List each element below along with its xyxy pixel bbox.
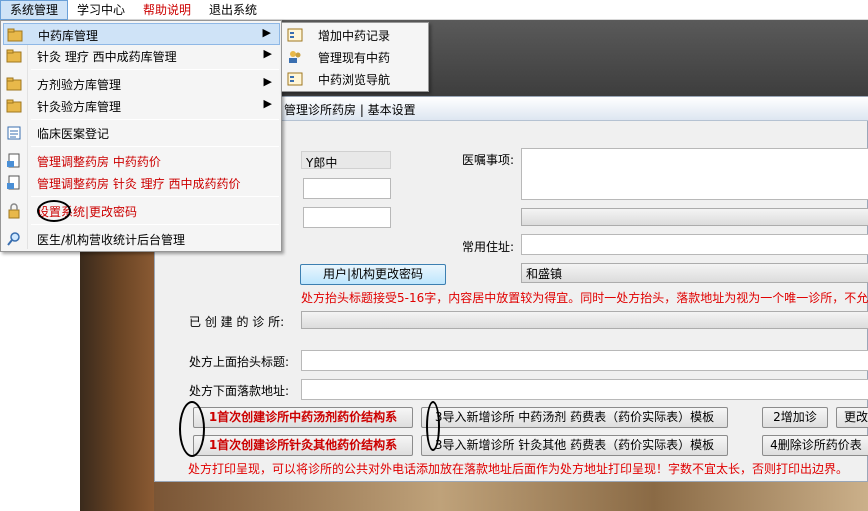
menu-item-adjust-acupuncture-price[interactable]: 管理调整药房 针灸 理疗 西中成药药价 bbox=[3, 172, 280, 194]
address-input[interactable] bbox=[521, 234, 868, 255]
submenu-arrow-icon: ▶ bbox=[263, 97, 272, 110]
window-title: 管理诊所药房 | 基本设置 bbox=[284, 103, 416, 117]
folder-icon bbox=[6, 48, 22, 64]
footer-address-label: 处方下面落款地址: bbox=[189, 384, 290, 398]
menu-item-formula-library[interactable]: 方剂验方库管理 ▶ bbox=[3, 73, 280, 95]
menu-system-manage[interactable]: 系统管理 bbox=[0, 0, 69, 20]
submenu-item-manage-herb[interactable]: 管理现有中药 bbox=[284, 46, 428, 68]
delete-clinic-price-button[interactable]: 4删除诊所药价表 bbox=[762, 435, 868, 456]
address-label: 常用住址: bbox=[462, 240, 515, 254]
footer-address-input[interactable] bbox=[301, 379, 868, 400]
users-icon bbox=[287, 49, 303, 65]
submenu-arrow-icon: ▶ bbox=[262, 26, 271, 39]
form-icon bbox=[287, 27, 303, 43]
menu-item-label: 针灸验方库管理 bbox=[37, 100, 122, 114]
print-note: 处方打印呈现，可以将诊所的公共对外电话添加放在落款地址后面作为处方地址打印呈现！… bbox=[188, 462, 849, 476]
doctor-name-value: Y郎中 bbox=[306, 156, 338, 170]
menu-item-clinical-case[interactable]: 临床医案登记 bbox=[3, 122, 280, 144]
desktop-background-bottom bbox=[154, 480, 868, 511]
menu-item-label: 方剂验方库管理 bbox=[37, 78, 122, 92]
menu-item-herb-library[interactable]: 中药库管理 ▶ bbox=[3, 23, 280, 45]
herb-library-submenu: 增加中药记录 管理现有中药 中药浏览导航 bbox=[281, 22, 429, 92]
field-input-3[interactable] bbox=[303, 207, 391, 228]
folder-icon bbox=[6, 98, 22, 114]
import-acupuncture-template-button[interactable]: 3导入新增诊所 针灸其他 药费表（药价实际表）模板 bbox=[421, 435, 728, 456]
combo-region[interactable] bbox=[521, 208, 868, 226]
folder-icon bbox=[6, 76, 22, 92]
submenu-item-label: 管理现有中药 bbox=[318, 51, 391, 65]
annotation-circle-left bbox=[179, 401, 205, 457]
created-clinic-label: 已 创 建 的 诊 所: bbox=[189, 315, 285, 329]
folder-icon bbox=[7, 27, 23, 43]
menubar: 系统管理 学习中心 帮助说明 退出系统 bbox=[0, 0, 868, 20]
menu-separator bbox=[31, 69, 279, 70]
change-button[interactable]: 更改 bbox=[836, 407, 868, 428]
doc-icon bbox=[6, 175, 22, 191]
menu-item-adjust-herb-price[interactable]: 管理调整药房 中药药价 bbox=[3, 150, 280, 172]
desktop-background-panel bbox=[0, 250, 80, 511]
menu-item-label: 管理调整药房 针灸 理疗 西中成药药价 bbox=[37, 177, 241, 191]
submenu-item-browse-herb[interactable]: 中药浏览导航 bbox=[284, 68, 428, 90]
doc-icon bbox=[6, 153, 22, 169]
form-icon bbox=[287, 71, 303, 87]
submenu-arrow-icon: ▶ bbox=[263, 47, 272, 60]
submenu-item-label: 中药浏览导航 bbox=[318, 73, 391, 87]
advice-textarea[interactable] bbox=[521, 148, 868, 200]
lock-icon bbox=[6, 203, 22, 219]
menu-exit[interactable]: 退出系统 bbox=[200, 0, 266, 20]
notepad-icon bbox=[6, 125, 22, 141]
town-select[interactable]: 和盛镇 bbox=[521, 263, 868, 283]
annotation-circle-menu bbox=[37, 200, 71, 222]
menu-help[interactable]: 帮助说明 bbox=[134, 0, 200, 20]
change-password-button[interactable]: 用户|机构更改密码 bbox=[300, 264, 446, 285]
menu-learning-center[interactable]: 学习中心 bbox=[68, 0, 134, 20]
annotation-circle-middle bbox=[426, 401, 440, 451]
system-menu-dropdown: 中药库管理 ▶ 针灸 理疗 西中成药库管理 ▶ 方剂验方库管理 ▶ 针灸验方库管… bbox=[0, 20, 282, 252]
menu-separator bbox=[31, 119, 279, 120]
field-input-2[interactable] bbox=[303, 178, 391, 199]
menu-separator bbox=[31, 196, 279, 197]
menu-item-acupuncture-formula-library[interactable]: 针灸验方库管理 ▶ bbox=[3, 95, 280, 117]
create-decoction-price-button[interactable]: 1首次创建诊所中药汤剂药价结构系 bbox=[193, 407, 413, 428]
create-acupuncture-price-button[interactable]: 1首次创建诊所针灸其他药价结构系 bbox=[193, 435, 413, 456]
advice-label: 医嘱事项: bbox=[462, 153, 515, 167]
menu-separator bbox=[31, 146, 279, 147]
menu-item-label: 临床医案登记 bbox=[37, 127, 110, 141]
menu-item-label: 医生/机构营收统计后台管理 bbox=[37, 233, 186, 247]
add-clinic-button[interactable]: 2增加诊 bbox=[762, 407, 828, 428]
menu-item-revenue-stats[interactable]: 医生/机构营收统计后台管理 bbox=[3, 228, 280, 250]
menu-item-acupuncture-library[interactable]: 针灸 理疗 西中成药库管理 ▶ bbox=[3, 45, 280, 67]
menu-item-label: 中药库管理 bbox=[38, 29, 99, 43]
header-title-input[interactable] bbox=[301, 350, 868, 371]
submenu-item-add-herb[interactable]: 增加中药记录 bbox=[284, 24, 428, 46]
magnifier-icon bbox=[6, 231, 22, 247]
header-rule-note: 处方抬头标题接受5-16字，内容居中放置较为得宜。同时一处方抬头，落款地址为视为… bbox=[301, 291, 868, 305]
doctor-name-field: Y郎中 bbox=[301, 151, 391, 170]
submenu-item-label: 增加中药记录 bbox=[318, 29, 391, 43]
town-select-value: 和盛镇 bbox=[526, 267, 563, 281]
menu-item-label: 管理调整药房 中药药价 bbox=[37, 155, 161, 169]
header-title-label: 处方上面抬头标题: bbox=[189, 355, 290, 369]
menu-item-label: 针灸 理疗 西中成药库管理 bbox=[37, 50, 177, 64]
import-decoction-template-button[interactable]: 3导入新增诊所 中药汤剂 药费表（药价实际表）模板 bbox=[421, 407, 728, 428]
submenu-arrow-icon: ▶ bbox=[263, 75, 272, 88]
menu-separator bbox=[31, 224, 279, 225]
created-clinic-select[interactable] bbox=[301, 311, 868, 329]
